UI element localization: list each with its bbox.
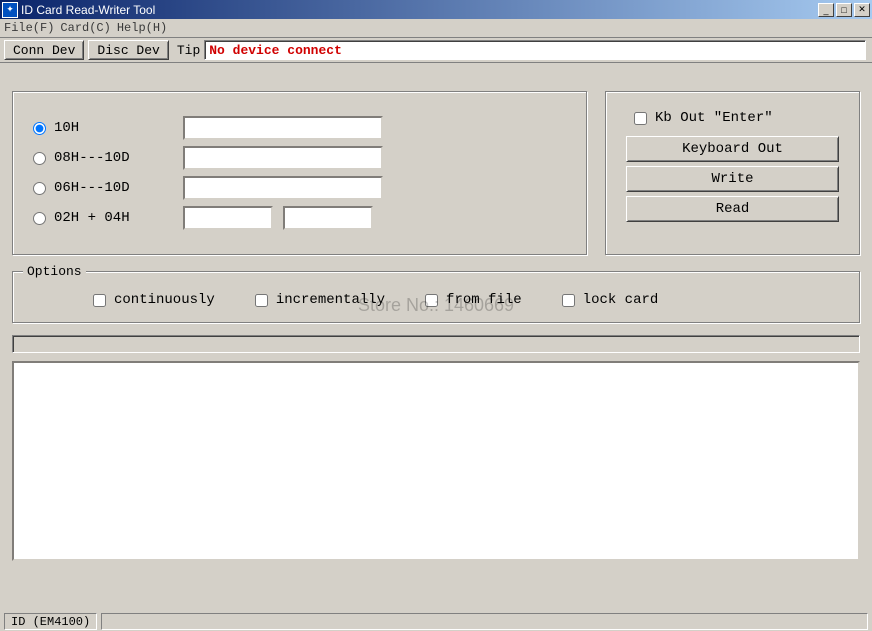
action-group: Kb Out "Enter" Keyboard Out Write Read (605, 91, 860, 255)
opt-from-file-input[interactable] (425, 294, 438, 307)
keyboard-out-button[interactable]: Keyboard Out (626, 136, 839, 162)
conn-dev-button[interactable]: Conn Dev (4, 40, 84, 60)
input-02h[interactable] (183, 206, 273, 230)
format-group: 10H 08H---10D 06H---10D (12, 91, 587, 255)
radio-10h-input[interactable] (33, 122, 46, 135)
menu-help[interactable]: Help(H) (117, 21, 167, 35)
radio-06h10d-input[interactable] (33, 182, 46, 195)
status-empty (101, 613, 868, 630)
radio-08h10d-label: 08H---10D (54, 150, 130, 166)
log-textarea[interactable] (12, 361, 860, 561)
opt-continuously-label: continuously (114, 292, 215, 308)
opt-lock-card-label: lock card (583, 292, 659, 308)
opt-lock-card[interactable]: lock card (562, 292, 659, 308)
opt-lock-card-input[interactable] (562, 294, 575, 307)
input-10h[interactable] (183, 116, 383, 140)
tip-label: Tip (177, 43, 200, 58)
radio-02h04h[interactable]: 02H + 04H (33, 210, 173, 226)
app-icon: ✦ (2, 2, 18, 18)
opt-incrementally[interactable]: incrementally (255, 292, 385, 308)
opt-from-file[interactable]: from file (425, 292, 522, 308)
opt-incrementally-label: incrementally (276, 292, 385, 308)
disc-dev-button[interactable]: Disc Dev (88, 40, 168, 60)
opt-continuously[interactable]: continuously (93, 292, 215, 308)
menu-file[interactable]: File(F) (4, 21, 54, 35)
kb-out-enter-check[interactable]: Kb Out "Enter" (626, 110, 839, 126)
radio-06h10d-label: 06H---10D (54, 180, 130, 196)
kb-out-enter-input[interactable] (634, 112, 647, 125)
content-area: 10H 08H---10D 06H---10D (0, 63, 872, 572)
radio-10h-label: 10H (54, 120, 79, 136)
options-legend: Options (23, 264, 86, 279)
kb-out-enter-label: Kb Out "Enter" (655, 110, 773, 126)
opt-from-file-label: from file (446, 292, 522, 308)
tip-value: No device connect (204, 40, 866, 60)
radio-08h10d[interactable]: 08H---10D (33, 150, 173, 166)
menubar: File(F) Card(C) Help(H) (0, 19, 872, 37)
titlebar: ✦ ID Card Read-Writer Tool _ □ ✕ (0, 0, 872, 19)
radio-02h04h-input[interactable] (33, 212, 46, 225)
radio-06h10d[interactable]: 06H---10D (33, 180, 173, 196)
statusbar: ID (EM4100) (0, 611, 872, 631)
options-group: Options continuously incrementally from … (12, 271, 860, 323)
radio-10h[interactable]: 10H (33, 120, 173, 136)
close-button[interactable]: ✕ (854, 3, 870, 17)
status-tab[interactable]: ID (EM4100) (4, 613, 97, 630)
menu-card[interactable]: Card(C) (60, 21, 110, 35)
minimize-button[interactable]: _ (818, 3, 834, 17)
maximize-button[interactable]: □ (836, 3, 852, 17)
input-04h[interactable] (283, 206, 373, 230)
input-08h10d[interactable] (183, 146, 383, 170)
read-button[interactable]: Read (626, 196, 839, 222)
radio-02h04h-label: 02H + 04H (54, 210, 130, 226)
progress-bar (12, 335, 860, 353)
radio-08h10d-input[interactable] (33, 152, 46, 165)
opt-continuously-input[interactable] (93, 294, 106, 307)
toolbar: Conn Dev Disc Dev Tip No device connect (0, 37, 872, 63)
window-title: ID Card Read-Writer Tool (21, 3, 818, 17)
write-button[interactable]: Write (626, 166, 839, 192)
input-06h10d[interactable] (183, 176, 383, 200)
opt-incrementally-input[interactable] (255, 294, 268, 307)
